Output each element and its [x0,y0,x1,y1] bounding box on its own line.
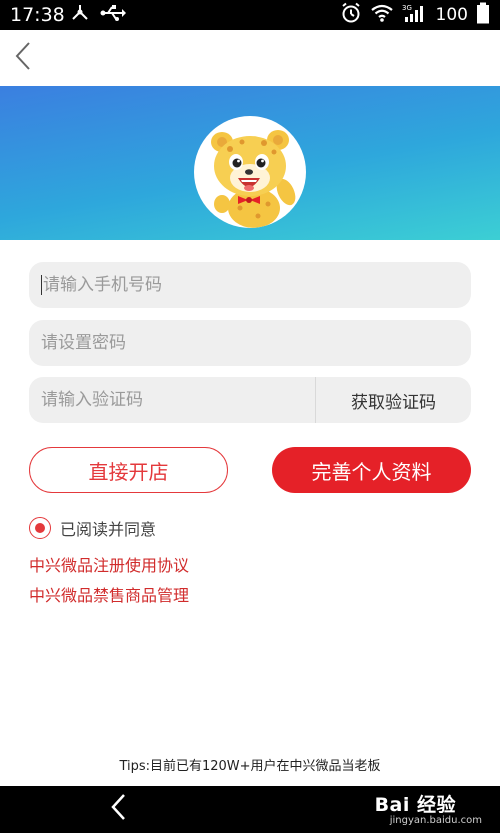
watermark-brand: Bai 经验 [374,794,456,816]
back-button[interactable] [8,40,38,76]
radio-checked-icon[interactable] [29,517,51,539]
phone-field[interactable] [29,262,471,308]
system-back-button[interactable] [104,794,132,824]
svg-text:3G: 3G [402,4,412,12]
prohibited-goods-link[interactable]: 中兴微品禁售商品管理 [29,582,189,606]
usb-icon [100,4,126,26]
leopard-mascot-icon [211,130,296,228]
status-bar: 17:38 3G 100 [0,0,500,30]
phone-input[interactable] [29,262,471,308]
chevron-left-icon [14,41,32,75]
complete-profile-button[interactable]: 完善个人资料 [272,447,471,493]
battery-level: 100 [435,5,468,25]
watermark-url: jingyan.baidu.com [389,815,482,826]
status-time: 17:38 [10,4,65,26]
header-banner [0,86,500,240]
registration-agreement-link[interactable]: 中兴微品注册使用协议 [29,552,189,576]
signal-3g-icon: 3G [402,3,428,27]
back-arrow-icon [110,793,126,825]
get-code-button[interactable]: 获取验证码 [316,377,471,423]
verification-code-field[interactable]: 获取验证码 [29,377,471,423]
battery-icon [476,2,490,28]
wifi-icon [370,3,394,27]
top-navigation [0,30,500,86]
open-store-button[interactable]: 直接开店 [29,447,228,493]
agreement-label: 已阅读并同意 [60,520,157,539]
system-navigation-bar: Bai 经验 jingyan.baidu.com [0,786,500,833]
alarm-icon [340,2,362,28]
mascot-avatar [194,116,306,228]
password-input[interactable] [29,320,471,366]
verification-code-input[interactable] [29,377,315,423]
status-left-icons [70,4,126,26]
agreement-checkbox[interactable]: 已阅读并同意 [29,516,156,540]
usb-debug-icon [70,3,90,27]
password-field[interactable] [29,320,471,366]
tips-text: Tips:目前已有120W+用户在中兴微品当老板 [119,759,381,774]
baidu-jingyan-watermark: Bai 经验 jingyan.baidu.com [336,788,486,832]
status-right-icons: 3G 100 [340,2,490,28]
